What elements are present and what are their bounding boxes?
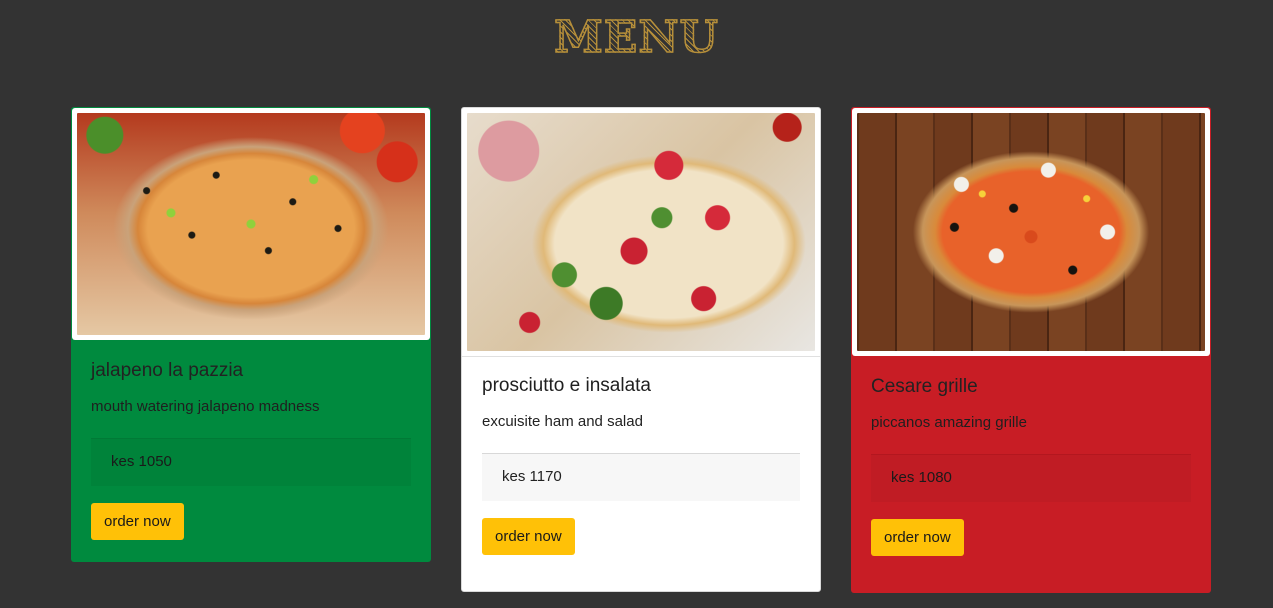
item-name: jalapeno la pazzia (91, 360, 244, 381)
card-thumbnail (852, 108, 1210, 356)
item-description: excuisite ham and salad (482, 413, 643, 430)
order-now-button[interactable]: order now (871, 519, 964, 556)
card-thumbnail (462, 108, 820, 357)
pizza-photo (857, 113, 1205, 351)
item-name: Cesare grille (871, 376, 978, 397)
card-body: Cesare grille piccanos amazing grille ke… (851, 357, 1211, 556)
item-description: piccanos amazing grille (871, 414, 1027, 431)
item-description: mouth watering jalapeno madness (91, 398, 320, 415)
menu-card-prosciutto: prosciutto e insalata excuisite ham and … (461, 107, 821, 592)
menu-card-cesare: Cesare grille piccanos amazing grille ke… (851, 107, 1211, 593)
page-title: MENU (0, 10, 1273, 66)
order-now-button[interactable]: order now (91, 503, 184, 540)
order-now-button[interactable]: order now (482, 518, 575, 555)
item-price: kes 1050 (91, 438, 411, 486)
item-price: kes 1170 (482, 453, 800, 501)
card-body: prosciutto e insalata excuisite ham and … (462, 357, 820, 555)
pizza-photo (77, 113, 425, 335)
card-body: jalapeno la pazzia mouth watering jalape… (71, 341, 431, 540)
pizza-photo (467, 113, 815, 351)
item-name: prosciutto e insalata (482, 375, 651, 396)
menu-card-jalapeno: jalapeno la pazzia mouth watering jalape… (71, 107, 431, 562)
card-thumbnail (72, 108, 430, 340)
item-price: kes 1080 (871, 454, 1191, 502)
